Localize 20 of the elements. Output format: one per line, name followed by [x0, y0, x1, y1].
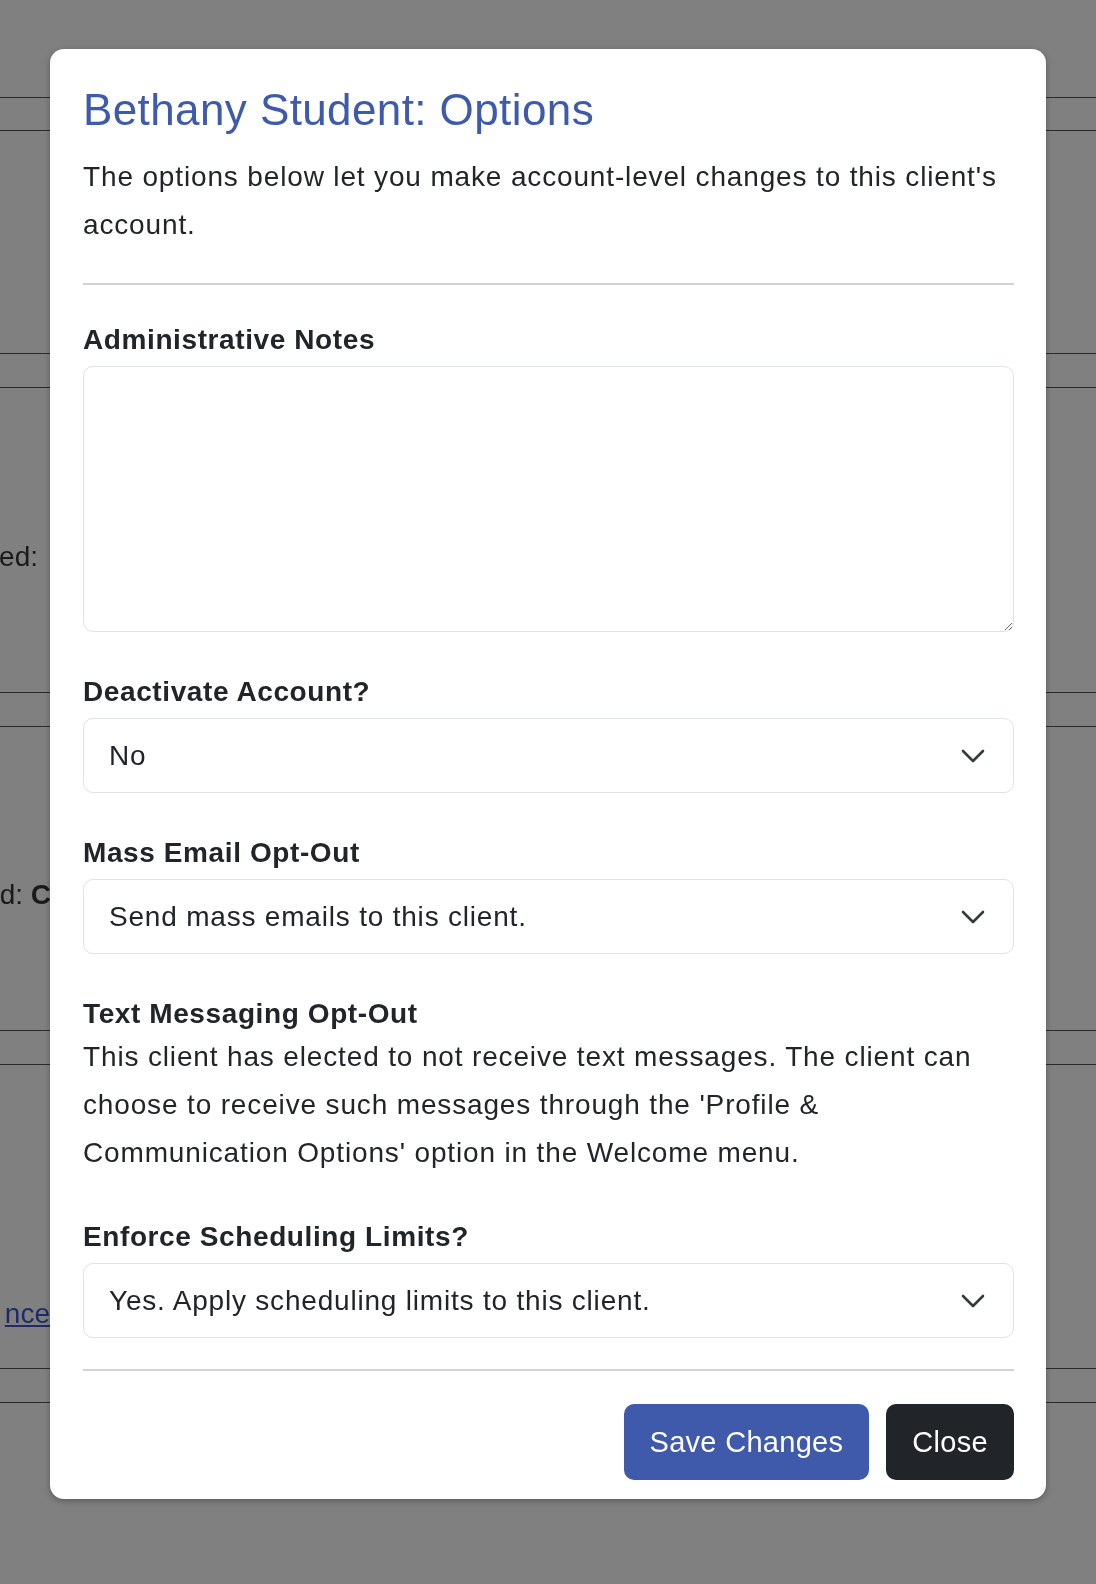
field-label: d: [0, 879, 23, 910]
field-label: Text Messaging Opt-Out [83, 997, 419, 1031]
dropdown[interactable]: Yes. Apply scheduling limits to this client. [83, 1263, 1014, 1338]
chevron-down-icon [961, 748, 985, 763]
chevron-down-icon [961, 909, 985, 924]
dialog-title: Bethany Student: Options [83, 84, 596, 136]
dropdown[interactable]: No [83, 718, 1014, 793]
field-label: Enforce Scheduling Limits? [83, 1220, 470, 1254]
field-value: C [30, 879, 51, 910]
field-label: Mass Email Opt-Out [83, 836, 361, 870]
info-text: This client has elected to not receive text messages. The client can choose to receive such messages through the 'Profile & Communication Options' option in the Welcome menu. [83, 1040, 973, 1170]
field-label: Administrative Notes [83, 323, 377, 357]
notes-field[interactable] [83, 366, 1014, 632]
close-button[interactable]: Close [886, 1404, 1014, 1480]
field-label: Deactivate Account? [83, 675, 372, 709]
chevron-down-icon [961, 1293, 985, 1308]
dropdown[interactable]: Send mass emails to this client. [83, 879, 1014, 954]
dialog-description: The options below let you make account-level changes to this client's account. [83, 160, 998, 242]
save-button[interactable]: Save Changes [623, 1404, 870, 1480]
field-label: ed: [0, 541, 38, 572]
